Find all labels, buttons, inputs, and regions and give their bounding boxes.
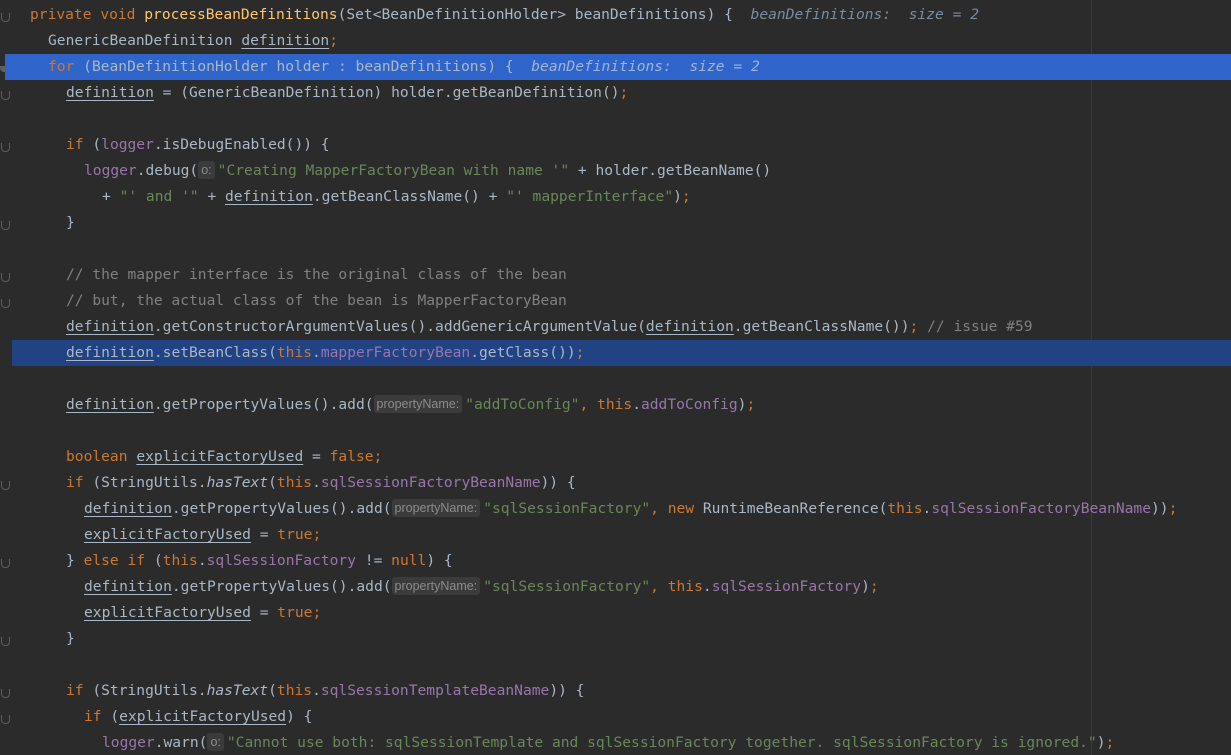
code-line[interactable]: definition.getConstructorArgumentValues(…: [12, 314, 1231, 340]
code-comment: // but, the actual class of the bean is …: [66, 292, 567, 309]
code-text: GenericBeanDefinition definition;: [48, 32, 338, 49]
code-line[interactable]: logger.debug(o: "Creating MapperFactoryBe…: [12, 158, 1231, 184]
current-line[interactable]: definition.setBeanClass(this.mapperFacto…: [12, 340, 1231, 366]
debug-inline-value: beanDefinitions: size = 2: [531, 58, 760, 75]
code-text: definition.getPropertyValues().add(prope…: [66, 395, 756, 413]
code-text: if (explicitFactoryUsed) {: [84, 708, 313, 725]
code-text: explicitFactoryUsed = true;: [84, 526, 322, 543]
debug-inline-value: beanDefinitions: size = 2: [750, 6, 979, 23]
code-line[interactable]: if (logger.isDebugEnabled()) {: [12, 132, 1231, 158]
fold-icon[interactable]: [1, 559, 10, 568]
code-text: definition = (GenericBeanDefinition) hol…: [66, 84, 629, 101]
fold-icon[interactable]: [1, 143, 10, 152]
code-line[interactable]: if (StringUtils.hasText(this.sqlSessionT…: [12, 678, 1231, 704]
code-text: if (StringUtils.hasText(this.sqlSessionT…: [66, 682, 585, 699]
code-line[interactable]: + "' and '" + definition.getBeanClassNam…: [12, 184, 1231, 210]
code-line[interactable]: // the mapper interface is the original …: [12, 262, 1231, 288]
code-line[interactable]: definition = (GenericBeanDefinition) hol…: [12, 80, 1231, 106]
fold-icon[interactable]: [1, 299, 10, 308]
code-text: definition.getConstructorArgumentValues(…: [66, 318, 1033, 335]
code-text: logger.warn(o: "Cannot use both: sqlSessi…: [102, 733, 1115, 751]
code-line[interactable]: definition.getPropertyValues().add(prope…: [12, 496, 1231, 522]
method-name: processBeanDefinitions: [144, 6, 338, 23]
code-line[interactable]: if (explicitFactoryUsed) {: [12, 704, 1231, 730]
execution-line[interactable]: for (BeanDefinitionHolder holder : beanD…: [5, 54, 1231, 80]
fold-icon[interactable]: [1, 637, 10, 646]
code-line[interactable]: logger.warn(o: "Cannot use both: sqlSessi…: [12, 730, 1231, 755]
fold-icon[interactable]: [1, 13, 10, 22]
fold-icon[interactable]: [1, 221, 10, 230]
code-text: definition.getPropertyValues().add(prope…: [84, 577, 879, 595]
parameter-hint: propertyName:: [391, 499, 481, 517]
fold-icon[interactable]: [1, 481, 10, 490]
code-text: explicitFactoryUsed = true;: [84, 604, 322, 621]
code-line[interactable]: explicitFactoryUsed = true;: [12, 600, 1231, 626]
parameter-hint: o:: [207, 733, 224, 751]
code-text: definition.setBeanClass(this.mapperFacto…: [66, 344, 585, 361]
code-comment: // the mapper interface is the original …: [66, 266, 567, 283]
code-line[interactable]: }: [12, 626, 1231, 652]
code-line[interactable]: // but, the actual class of the bean is …: [12, 288, 1231, 314]
code-line[interactable]: definition.getPropertyValues().add(prope…: [12, 574, 1231, 600]
code-text: logger.debug(o: "Creating MapperFactoryBe…: [84, 161, 772, 179]
code-editor[interactable]: private void processBeanDefinitions(Set<…: [0, 0, 1231, 755]
code-line[interactable]: definition.getPropertyValues().add(prope…: [12, 392, 1231, 418]
code-line[interactable]: explicitFactoryUsed = true;: [12, 522, 1231, 548]
code-text: if (logger.isDebugEnabled()) {: [66, 136, 330, 153]
code-text: if (StringUtils.hasText(this.sqlSessionF…: [66, 474, 576, 491]
code-line[interactable]: private void processBeanDefinitions(Set<…: [12, 2, 1231, 28]
code-text: boolean explicitFactoryUsed = false;: [66, 448, 383, 465]
code-text: } else if (this.sqlSessionFactory != nul…: [66, 552, 453, 569]
fold-icon[interactable]: [1, 689, 10, 698]
parameter-hint: propertyName:: [391, 577, 481, 595]
code-line[interactable]: GenericBeanDefinition definition;: [12, 28, 1231, 54]
code-text: + "' and '" + definition.getBeanClassNam…: [102, 188, 691, 205]
code-text: definition.getPropertyValues().add(prope…: [84, 499, 1178, 517]
parameter-hint: propertyName:: [373, 395, 463, 413]
fold-icon[interactable]: [1, 715, 10, 724]
code-text: private void processBeanDefinitions(Set<…: [30, 6, 979, 23]
code-line[interactable]: boolean explicitFactoryUsed = false;: [12, 444, 1231, 470]
fold-icon[interactable]: [1, 273, 10, 282]
code-text: }: [66, 630, 75, 647]
code-text: for (BeanDefinitionHolder holder : beanD…: [48, 58, 760, 75]
code-line[interactable]: }: [12, 210, 1231, 236]
code-text: }: [66, 214, 75, 231]
code-line[interactable]: if (StringUtils.hasText(this.sqlSessionF…: [12, 470, 1231, 496]
parameter-hint: o:: [198, 161, 215, 179]
code-line[interactable]: } else if (this.sqlSessionFactory != nul…: [12, 548, 1231, 574]
